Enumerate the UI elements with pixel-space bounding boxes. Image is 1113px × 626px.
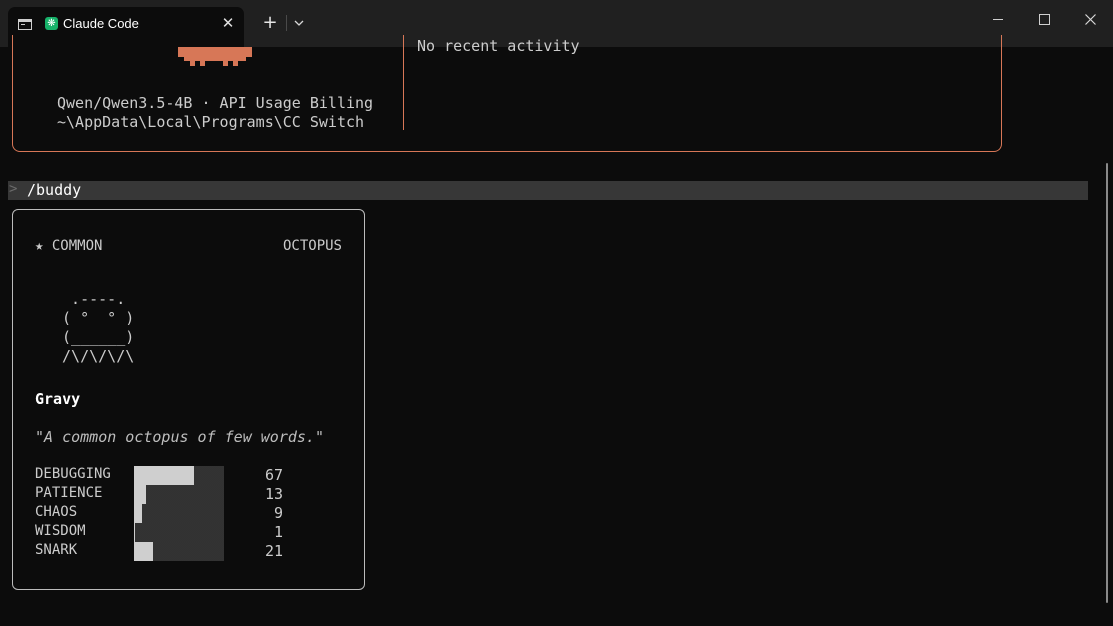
command-text: /buddy	[27, 181, 82, 199]
prompt-char: >	[9, 181, 18, 197]
stat-value: 21	[264, 542, 283, 560]
stat-value: 1	[273, 523, 283, 541]
model-info: Qwen/Qwen3.5-4B · API Usage Billing	[57, 94, 374, 112]
stat-bar	[134, 485, 224, 504]
buddy-name: Gravy	[35, 390, 81, 408]
close-window-icon[interactable]	[1067, 0, 1113, 40]
close-tab-icon[interactable]: ✕	[218, 13, 238, 33]
octopus-ascii-art: .----. ( ° ° ) (______) /\/\/\/\	[62, 290, 135, 365]
stat-label: PATIENCE	[35, 485, 103, 501]
stat-row: SNARK 21	[35, 542, 355, 561]
command-history-line: > /buddy	[8, 181, 1088, 200]
stat-row: CHAOS 9	[35, 504, 355, 523]
stat-bar	[134, 523, 224, 542]
stat-bar	[134, 542, 224, 561]
stat-fill	[134, 542, 153, 561]
welcome-box: Qwen/Qwen3.5-4B · API Usage Billing ~\Ap…	[12, 35, 1002, 152]
working-directory: ~\AppData\Local\Programs\CC Switch	[57, 113, 365, 131]
stat-bar	[134, 504, 224, 523]
buddy-card: ★ COMMON OCTOPUS .----. ( ° ° ) (______)…	[12, 209, 365, 590]
stat-value: 13	[264, 485, 283, 503]
terminal-icon	[18, 19, 32, 30]
stat-label: CHAOS	[35, 504, 78, 520]
stat-row: PATIENCE 13	[35, 485, 355, 504]
tab-title: Claude Code	[63, 16, 139, 31]
stat-label: SNARK	[35, 542, 78, 558]
rarity-label: ★ COMMON	[35, 238, 103, 254]
stat-fill	[134, 485, 146, 504]
terminal-area[interactable]: Qwen/Qwen3.5-4B · API Usage Billing ~\Ap…	[0, 35, 1113, 626]
stat-bar	[134, 466, 224, 485]
stat-value: 67	[264, 466, 283, 484]
welcome-divider	[403, 35, 404, 130]
recent-activity: No recent activity	[417, 37, 580, 55]
maximize-icon[interactable]	[1021, 0, 1067, 40]
stat-label: WISDOM	[35, 523, 86, 539]
tab-separator	[286, 15, 287, 31]
chevron-down-icon[interactable]	[290, 13, 308, 33]
stat-row: DEBUGGING 67	[35, 466, 355, 485]
stat-value: 9	[273, 504, 283, 522]
stat-label: DEBUGGING	[35, 466, 111, 482]
buddy-quote: "A common octopus of few words."	[35, 428, 324, 446]
stat-row: WISDOM 1	[35, 523, 355, 542]
scrollbar[interactable]	[1106, 163, 1108, 603]
claude-mascot-icon	[178, 47, 252, 66]
species-label: OCTOPUS	[282, 238, 342, 254]
stat-fill	[134, 523, 135, 542]
stat-fill	[134, 504, 142, 523]
minimize-icon[interactable]	[975, 0, 1021, 40]
stat-fill	[134, 466, 194, 485]
claude-app-icon: ❋	[45, 17, 58, 30]
new-tab-button[interactable]: +	[259, 12, 281, 34]
